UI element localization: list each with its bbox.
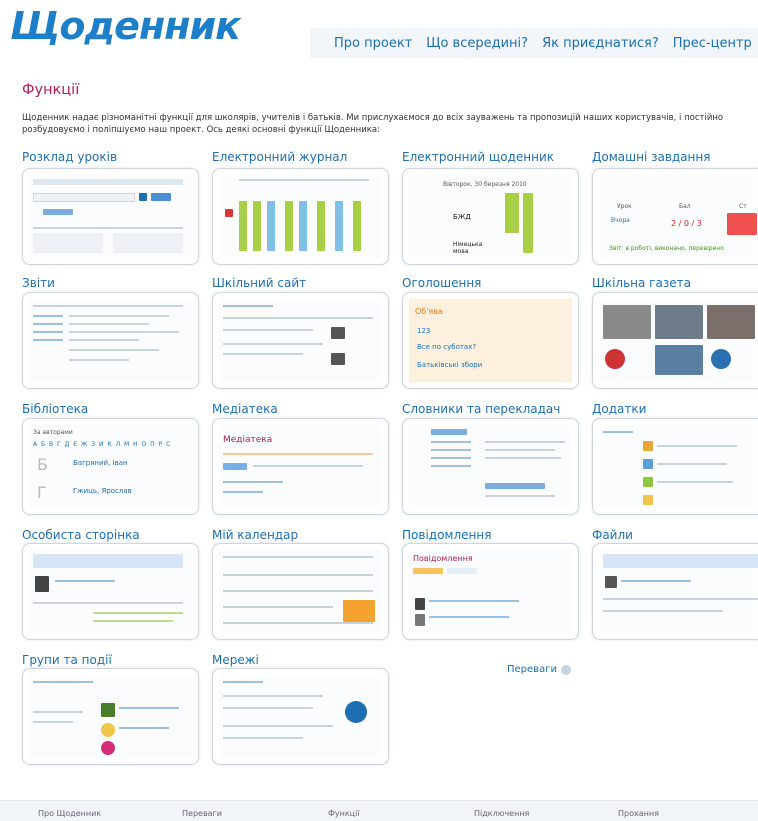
thumb-inner xyxy=(219,550,382,633)
feature-title-newspaper[interactable]: Шкільна газета xyxy=(592,276,691,290)
ediary-date: Вівторок, 30 березня 2010 xyxy=(443,181,527,188)
thumb-homework[interactable]: Урок Бал Ст Вчора 2 / 0 / 3 Звіт: в робо… xyxy=(592,168,758,265)
feature-title-school-site[interactable]: Шкільний сайт xyxy=(212,276,306,290)
library-alphabet: А Б В Г Д Е Ж З И К Л М Н О П Р С xyxy=(33,441,172,448)
thumb-media[interactable]: Медіатека xyxy=(212,418,389,515)
feature-title-groups[interactable]: Групи та події xyxy=(22,653,112,667)
thumb-inner xyxy=(29,175,192,258)
feature-title-media[interactable]: Медіатека xyxy=(212,402,278,416)
hw-col-grade: Бал xyxy=(679,203,691,210)
thumb-inner xyxy=(219,175,382,258)
thumb-dictionaries[interactable] xyxy=(402,418,579,515)
feature-title-ediary[interactable]: Електронний щоденник xyxy=(402,150,554,164)
feature-title-announcements[interactable]: Оголошення xyxy=(402,276,481,290)
library-author: Гжиць, Ярослав xyxy=(73,487,132,495)
feature-title-reports[interactable]: Звіти xyxy=(22,276,55,290)
advantages-link[interactable]: Переваги xyxy=(507,664,571,675)
library-title: За авторами xyxy=(33,429,73,436)
thumb-files[interactable] xyxy=(592,543,758,640)
thumb-inner: Об'ява 123 Все по суботах? Батьківські з… xyxy=(409,299,572,382)
ediary-subject-2: Німецька мова xyxy=(453,241,483,255)
thumb-inner xyxy=(219,299,382,382)
thumb-messages[interactable]: Повідомлення xyxy=(402,543,579,640)
thumb-inner: Медіатека xyxy=(219,425,382,508)
nav-about[interactable]: Про проект xyxy=(334,36,412,51)
thumb-reports[interactable] xyxy=(22,292,199,389)
feature-title-addons[interactable]: Додатки xyxy=(592,402,646,416)
thumb-announcements[interactable]: Об'ява 123 Все по суботах? Батьківські з… xyxy=(402,292,579,389)
library-letter: Г xyxy=(37,483,47,502)
thumb-networks[interactable] xyxy=(212,668,389,765)
hw-col-status: Ст xyxy=(739,203,747,210)
thumb-inner xyxy=(599,425,753,508)
feature-title-journal[interactable]: Електронний журнал xyxy=(212,150,347,164)
thumb-inner xyxy=(599,299,755,382)
advantages-label: Переваги xyxy=(507,664,557,675)
arrow-icon xyxy=(560,664,571,675)
feature-title-networks[interactable]: Мережі xyxy=(212,653,259,667)
nav-inside[interactable]: Що всередині? xyxy=(426,36,528,51)
announce-item: Все по суботах? xyxy=(417,343,477,351)
feature-title-schedule[interactable]: Розклад уроків xyxy=(22,150,117,164)
thumb-newspaper[interactable] xyxy=(592,292,758,389)
feature-title-calendar[interactable]: Мій календар xyxy=(212,528,298,542)
thumb-school-site[interactable] xyxy=(212,292,389,389)
thumb-calendar[interactable] xyxy=(212,543,389,640)
thumb-ediary[interactable]: Вівторок, 30 березня 2010 БЖД Німецька м… xyxy=(402,168,579,265)
thumb-groups[interactable] xyxy=(22,668,199,765)
thumb-library[interactable]: За авторами А Б В Г Д Е Ж З И К Л М Н О … xyxy=(22,418,199,515)
thumb-inner xyxy=(29,550,192,633)
thumb-inner xyxy=(599,550,758,633)
thumb-inner xyxy=(219,675,382,758)
thumb-journal[interactable] xyxy=(212,168,389,265)
footer-link[interactable]: Підключення xyxy=(474,809,529,818)
footer-link[interactable]: Переваги xyxy=(182,809,222,818)
hw-col-lesson: Урок xyxy=(617,203,632,210)
feature-title-personal-page[interactable]: Особиста сторінка xyxy=(22,528,140,542)
thumb-inner xyxy=(409,425,572,508)
page-title: Функції xyxy=(22,82,80,98)
hw-grade: 2 / 0 / 3 xyxy=(671,219,702,228)
intro-text: Щоденник надає різноманітні функції для … xyxy=(22,113,724,135)
feature-title-dictionaries[interactable]: Словники та перекладач xyxy=(402,402,560,416)
hw-row: Вчора xyxy=(611,217,630,224)
thumb-personal-page[interactable] xyxy=(22,543,199,640)
ediary-subject: БЖД xyxy=(453,213,471,221)
announce-item: 123 xyxy=(417,327,431,335)
library-letter: Б xyxy=(37,455,48,474)
feature-title-messages[interactable]: Повідомлення xyxy=(402,528,491,542)
announce-title: Об'ява xyxy=(415,307,443,316)
thumb-inner: Вівторок, 30 березня 2010 БЖД Німецька м… xyxy=(409,175,572,258)
thumb-inner xyxy=(29,675,192,758)
nav-join[interactable]: Як приєднатися? xyxy=(542,36,659,51)
nav-press[interactable]: Прес-центр xyxy=(673,36,752,51)
footer-link[interactable]: Функції xyxy=(328,809,360,818)
hw-status-line: Звіт: в роботі, виконано, перевірено xyxy=(609,245,724,252)
feature-title-files[interactable]: Файли xyxy=(592,528,633,542)
logo[interactable]: Щоденник xyxy=(10,4,241,48)
feature-title-library[interactable]: Бібліотека xyxy=(22,402,88,416)
top-nav: Про проект Що всередині? Як приєднатися?… xyxy=(310,28,758,58)
thumb-inner: Урок Бал Ст Вчора 2 / 0 / 3 Звіт: в робо… xyxy=(599,175,757,258)
thumb-addons[interactable] xyxy=(592,418,758,515)
media-title: Медіатека xyxy=(223,435,273,445)
messages-title: Повідомлення xyxy=(413,554,473,563)
announce-item: Батьківські збори xyxy=(417,361,483,369)
footer: Про Щоденник Переваги Функції Підключенн… xyxy=(0,800,758,821)
library-author: Багряний, Іван xyxy=(73,459,128,467)
thumb-inner xyxy=(29,299,192,382)
feature-title-homework[interactable]: Домашні завдання xyxy=(592,150,710,164)
thumb-inner: За авторами А Б В Г Д Е Ж З И К Л М Н О … xyxy=(29,425,192,508)
thumb-schedule[interactable] xyxy=(22,168,199,265)
footer-link[interactable]: Про Щоденник xyxy=(38,809,101,818)
thumb-inner: Повідомлення xyxy=(409,550,572,633)
footer-link[interactable]: Прохання xyxy=(618,809,659,818)
